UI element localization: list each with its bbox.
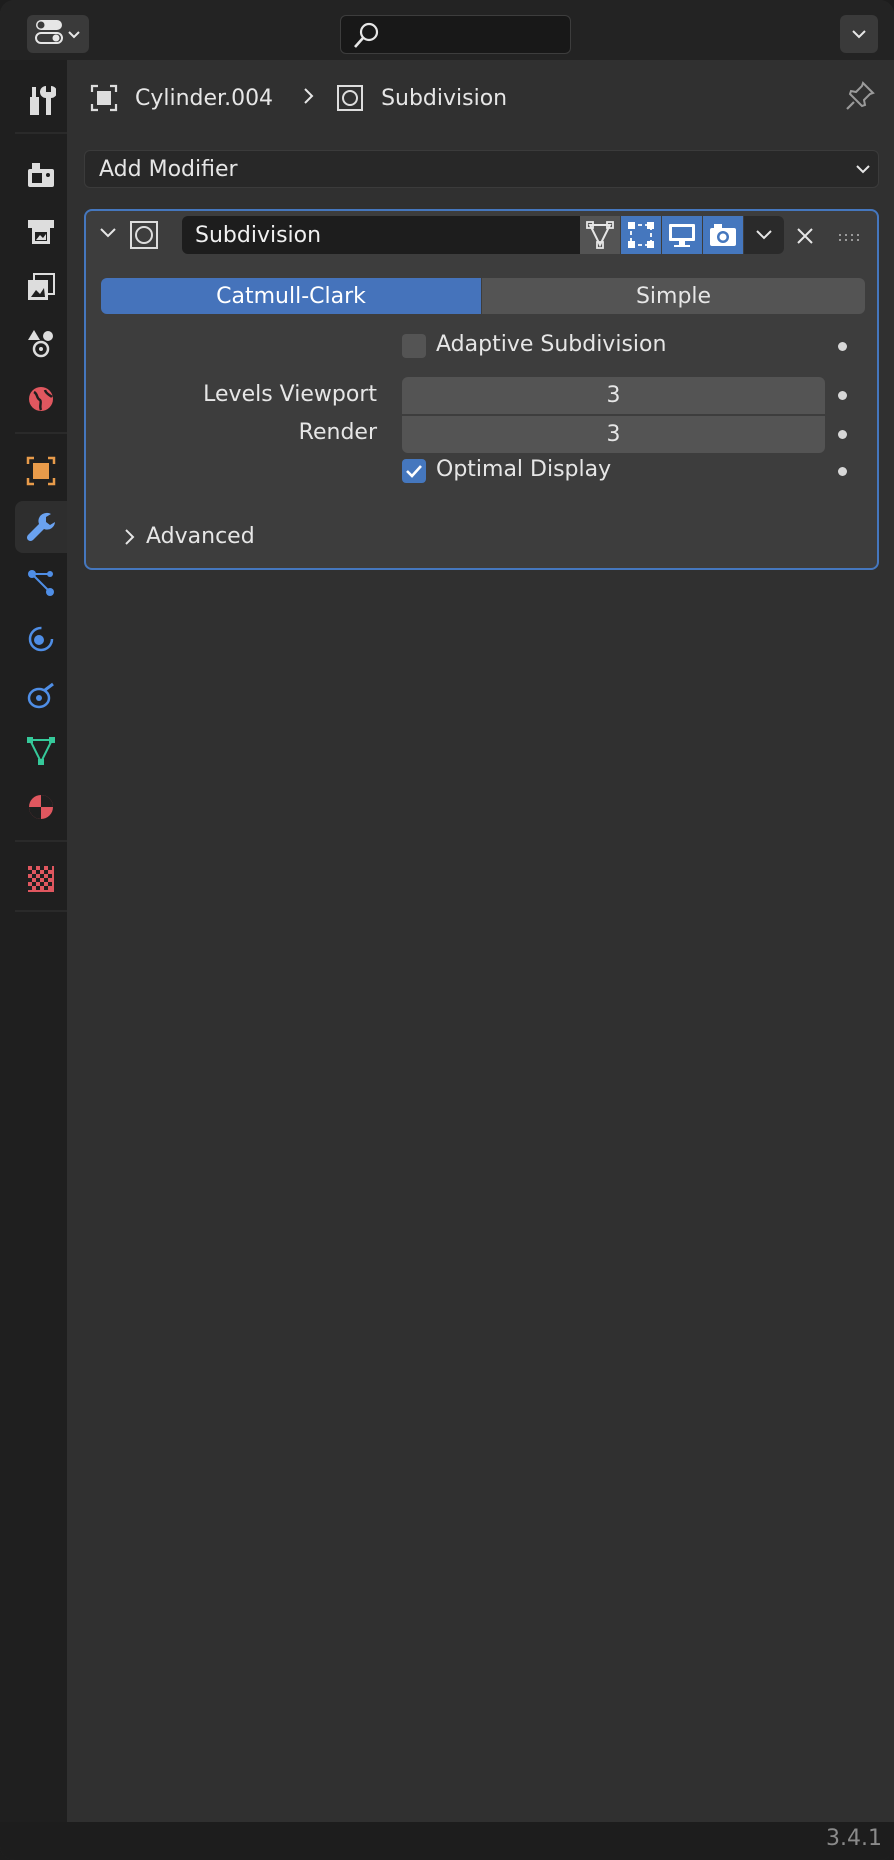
chevron-down-icon [852,30,866,39]
pin-icon [846,81,875,110]
collapse-chevron-icon[interactable] [98,225,118,245]
add-modifier-label: Add Modifier [99,156,238,182]
adaptive-subdivision-checkbox[interactable] [402,334,426,358]
keyframe-dot[interactable] [838,342,847,351]
tab-material[interactable] [15,781,67,833]
chevron-right-icon [303,86,315,111]
tab-separator [15,840,67,842]
texture-icon [28,866,54,892]
edit-mode-icon [628,222,654,248]
on-cage-toggle[interactable] [580,216,620,254]
modifier-name-input[interactable]: Subdivision [182,216,580,254]
keyframe-dot[interactable] [838,467,847,476]
tab-physics[interactable] [15,613,67,665]
properties-window: Cylinder.004 Subdivision Add Modifier Su… [0,0,894,1860]
mesh-data-icon [27,737,55,765]
editor-type-dropdown[interactable] [27,15,89,53]
simple-option[interactable]: Simple [482,278,865,314]
tab-separator [15,910,67,912]
edit-mode-toggle[interactable] [621,216,661,254]
remove-modifier-button[interactable] [790,221,820,251]
render-toggle[interactable] [703,216,743,254]
render-icon [28,163,54,187]
monitor-icon [669,224,695,247]
advanced-subpanel-header[interactable]: Advanced [124,524,255,549]
tab-texture[interactable] [15,853,67,905]
search-icon [354,22,379,48]
chevron-down-icon [756,230,772,240]
status-bar: 3.4.1 [0,1822,894,1860]
levels-viewport-field[interactable]: 3 [402,377,825,414]
viewport-display-toggle[interactable] [662,216,702,254]
breadcrumb-object-name: Cylinder.004 [135,85,274,111]
tab-constraints[interactable] [15,669,67,721]
tab-separator [15,432,67,434]
version-label: 3.4.1 [826,1826,882,1851]
output-icon [28,220,54,244]
adaptive-subdivision-label: Adaptive Subdivision [436,332,667,357]
search-input[interactable] [340,15,571,54]
scene-icon [28,330,53,358]
tab-scene[interactable] [15,317,67,369]
pin-button[interactable] [844,80,876,116]
tab-render[interactable] [15,149,67,201]
properties-main: Cylinder.004 Subdivision Add Modifier Su… [67,60,894,1822]
material-icon [29,795,53,819]
catmull-clark-option[interactable]: Catmull-Clark [101,278,481,314]
editor-header [0,0,894,60]
advanced-label: Advanced [146,524,255,549]
chevron-right-icon [125,528,135,545]
tab-object[interactable] [15,445,67,497]
drag-handle-icon[interactable] [838,228,862,247]
tab-world[interactable] [15,373,67,425]
on-cage-icon [586,221,614,249]
levels-viewport-label: Levels Viewport [203,382,377,407]
add-modifier-dropdown[interactable]: Add Modifier [84,150,879,188]
chevron-down-icon [67,25,81,44]
tab-particles[interactable] [15,557,67,609]
keyframe-dot[interactable] [838,391,847,400]
chevron-down-icon [854,159,872,185]
subdivision-modifier-panel: Subdivision Catmull-Clark Simple Adaptiv… [84,209,879,570]
tool-icon [30,86,56,115]
subdivision-modifier-icon [335,83,365,113]
wrench-icon [26,512,55,542]
render-levels-field[interactable]: 3 [402,416,825,453]
properties-tabs [0,60,67,1822]
breadcrumb: Cylinder.004 Subdivision [89,80,507,116]
tab-data[interactable] [15,725,67,777]
keyframe-dot[interactable] [838,430,847,439]
optimal-display-checkbox[interactable] [402,459,426,483]
tab-view-layer[interactable] [15,261,67,313]
particles-icon [28,570,54,596]
world-icon [29,387,53,411]
optimal-display-label: Optimal Display [436,457,612,482]
properties-editor-icon [35,19,63,49]
tab-modifiers[interactable] [15,501,67,553]
physics-icon [28,626,54,652]
modifier-panel-header: Subdivision [86,211,877,261]
object-icon [26,456,56,486]
constraints-icon [27,682,54,709]
tab-output[interactable] [15,205,67,257]
options-dropdown-button[interactable] [840,15,878,53]
modifier-extras-dropdown[interactable] [744,216,784,254]
object-icon [89,83,119,113]
view-layer-icon [28,273,55,300]
render-levels-label: Render [298,420,377,445]
close-icon [797,228,813,244]
tab-separator [15,132,67,134]
subdivision-modifier-icon [130,221,158,253]
camera-icon [710,224,736,246]
checkmark-icon [406,465,422,478]
tab-tool[interactable] [15,74,67,126]
breadcrumb-modifier-name: Subdivision [381,85,508,111]
